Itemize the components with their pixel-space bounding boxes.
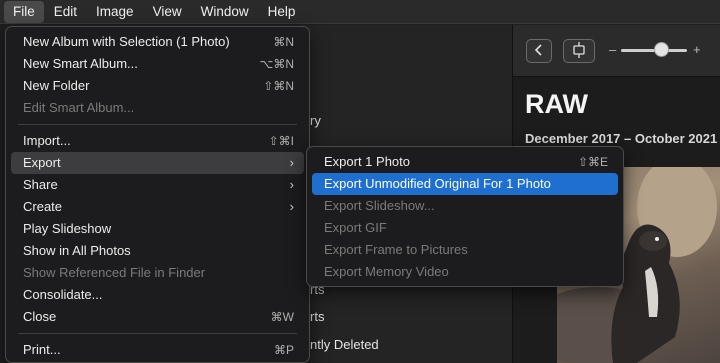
menu-item-export-unmodified-original[interactable]: Export Unmodified Original For 1 Photo [312, 173, 618, 195]
menu-view[interactable]: View [144, 1, 191, 23]
menu-item-show-in-all-photos[interactable]: Show in All Photos [11, 240, 304, 262]
menu-help[interactable]: Help [259, 1, 305, 23]
menu-item-label: New Folder [23, 78, 90, 93]
menu-item-label: Import... [23, 133, 71, 148]
menu-item-label: Export [23, 155, 61, 170]
back-button[interactable] [526, 39, 552, 63]
menu-item-label: Close [23, 309, 57, 324]
sidebar-item[interactable]: ry [310, 113, 321, 128]
chevron-right-icon: › [289, 177, 294, 192]
menu-item-consolidate[interactable]: Consolidate... [11, 284, 304, 306]
shortcut: ⌥⌘N [259, 57, 295, 71]
menu-item-label: Create [23, 199, 63, 214]
shortcut: ⌘N [273, 35, 294, 49]
menu-item-export-slideshow: Export Slideshow... [312, 195, 618, 217]
toolbar: – + [513, 25, 720, 77]
zoom-slider-knob[interactable] [653, 42, 669, 57]
menu-item-label: Play Slideshow [23, 221, 112, 236]
menu-item-close[interactable]: Close ⌘W [11, 306, 304, 328]
menu-separator [18, 333, 297, 334]
menu-item-export-frame: Export Frame to Pictures [312, 239, 618, 261]
menu-item-share[interactable]: Share › [11, 174, 304, 196]
menu-item-label: Export Memory Video [324, 264, 449, 279]
menu-item-export-gif: Export GIF [312, 217, 618, 239]
menu-item-label: Export 1 Photo [324, 154, 410, 169]
menu-edit[interactable]: Edit [45, 1, 86, 23]
page-title: RAW [525, 89, 588, 119]
fit-view-icon [570, 41, 588, 61]
menu-item-label: New Album with Selection (1 Photo) [23, 34, 230, 49]
fit-view-button[interactable] [563, 39, 595, 63]
menu-item-label: Export Unmodified Original For 1 Photo [324, 176, 551, 191]
menu-item-export-photo[interactable]: Export 1 Photo ⇧⌘E [312, 151, 618, 173]
shortcut: ⌘P [273, 343, 294, 357]
sidebar-item[interactable]: rts [310, 309, 324, 324]
export-submenu: Export 1 Photo ⇧⌘E Export Unmodified Ori… [306, 146, 624, 287]
menu-bar: File Edit Image View Window Help [0, 0, 720, 24]
menu-item-play-slideshow[interactable]: Play Slideshow [11, 218, 304, 240]
menu-item-import[interactable]: Import... ⇧⌘I [11, 130, 304, 152]
menu-item-label: Export Frame to Pictures [324, 242, 468, 257]
chevron-right-icon: › [289, 155, 294, 170]
menu-separator [18, 124, 297, 125]
menu-window[interactable]: Window [192, 1, 258, 23]
menu-item-show-referenced-file: Show Referenced File in Finder [11, 262, 304, 284]
menu-item-label: Export GIF [324, 220, 387, 235]
menu-file[interactable]: File [4, 0, 44, 23]
menu-item-label: New Smart Album... [23, 56, 138, 71]
shortcut: ⇧⌘N [263, 79, 294, 93]
menu-item-export-memory-video: Export Memory Video [312, 261, 618, 283]
zoom-in-icon[interactable]: + [693, 42, 701, 57]
shortcut: ⌘W [270, 310, 294, 324]
menu-item-label: Consolidate... [23, 287, 103, 302]
menu-image[interactable]: Image [87, 1, 143, 23]
chevron-left-icon [534, 43, 544, 60]
file-menu: New Album with Selection (1 Photo) ⌘N Ne… [5, 26, 310, 363]
menu-item-label: Edit Smart Album... [23, 100, 135, 115]
zoom-out-icon[interactable]: – [609, 42, 616, 57]
menu-item-new-smart-album[interactable]: New Smart Album... ⌥⌘N [11, 53, 304, 75]
menu-item-create[interactable]: Create › [11, 196, 304, 218]
menu-item-new-album[interactable]: New Album with Selection (1 Photo) ⌘N [11, 31, 304, 53]
menu-item-new-folder[interactable]: New Folder ⇧⌘N [11, 75, 304, 97]
menu-item-label: Print... [23, 342, 61, 357]
shortcut: ⇧⌘I [268, 134, 294, 148]
menu-item-export[interactable]: Export › [11, 152, 304, 174]
menu-item-label: Show Referenced File in Finder [23, 265, 206, 280]
menu-item-label: Export Slideshow... [324, 198, 435, 213]
menu-item-print[interactable]: Print... ⌘P [11, 339, 304, 361]
sidebar-item-recently-deleted[interactable]: ntly Deleted [310, 337, 379, 352]
date-range: December 2017 – October 2021 [525, 131, 718, 146]
shortcut: ⇧⌘E [577, 155, 608, 169]
menu-item-label: Show in All Photos [23, 243, 131, 258]
menu-item-edit-smart-album: Edit Smart Album... [11, 97, 304, 119]
chevron-right-icon: › [289, 199, 294, 214]
menu-item-label: Share [23, 177, 58, 192]
